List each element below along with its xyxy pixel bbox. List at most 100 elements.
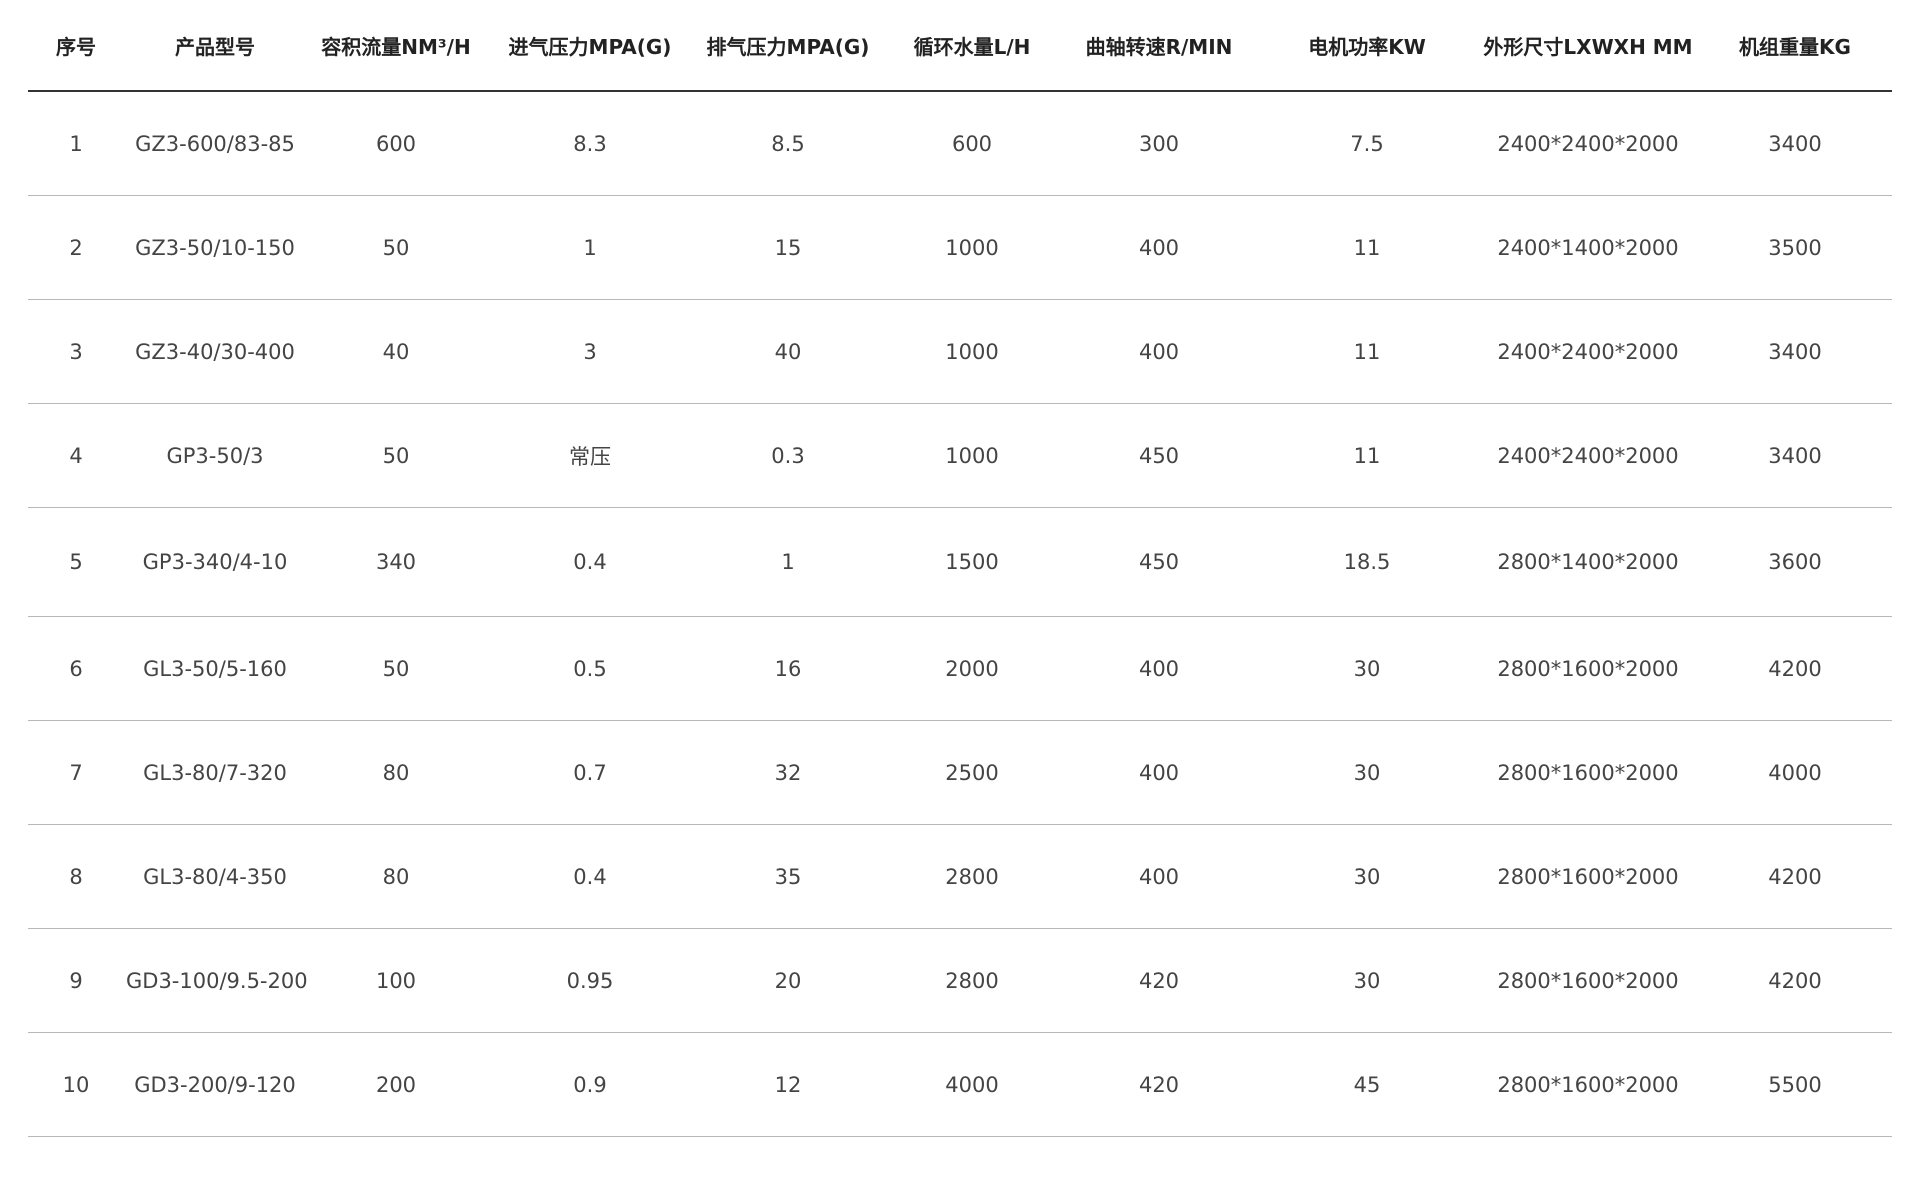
table-row: 4 GP3-50/3 50 常压 0.3 1000 450 11 2400*24…: [28, 403, 1892, 508]
cell-flow-rate: 100: [306, 928, 486, 1033]
cell-weight: 4200: [1698, 824, 1892, 929]
cell-water-flow: 1000: [882, 195, 1062, 300]
cell-intake-pressure: 3: [486, 299, 694, 404]
cell-exhaust-pressure: 32: [694, 720, 882, 825]
table-row: 6 GL3-50/5-160 50 0.5 16 2000 400 30 280…: [28, 616, 1892, 721]
cell-intake-pressure: 0.4: [486, 824, 694, 929]
cell-motor-power: 11: [1256, 195, 1478, 300]
table-row: 8 GL3-80/4-350 80 0.4 35 2800 400 30 280…: [28, 824, 1892, 929]
cell-crank-speed: 450: [1062, 507, 1256, 617]
cell-crank-speed: 300: [1062, 91, 1256, 196]
cell-index: 7: [28, 720, 124, 825]
cell-index: 4: [28, 403, 124, 508]
header-intake-pressure: 进气压力MPA(G): [486, 0, 694, 92]
cell-intake-pressure: 0.95: [486, 928, 694, 1033]
cell-intake-pressure: 0.5: [486, 616, 694, 721]
header-row: 序号 产品型号 容积流量NM³/H 进气压力MPA(G) 排气压力MPA(G) …: [28, 0, 1892, 92]
cell-crank-speed: 400: [1062, 299, 1256, 404]
cell-index: 10: [28, 1032, 124, 1137]
header-dimensions: 外形尺寸LXWXH MM: [1478, 0, 1698, 92]
cell-exhaust-pressure: 35: [694, 824, 882, 929]
header-model: 产品型号: [124, 0, 306, 92]
cell-intake-pressure: 1: [486, 195, 694, 300]
cell-weight: 3400: [1698, 299, 1892, 404]
cell-index: 6: [28, 616, 124, 721]
cell-weight: 3400: [1698, 403, 1892, 508]
cell-model: GD3-100/9.5-200: [124, 928, 308, 1033]
cell-model: GL3-80/7-320: [124, 720, 306, 825]
cell-dimensions: 2400*1400*2000: [1478, 195, 1698, 300]
cell-index: 1: [28, 91, 124, 196]
cell-dimensions: 2800*1600*2000: [1478, 928, 1698, 1033]
cell-flow-rate: 50: [306, 195, 486, 300]
cell-crank-speed: 420: [1062, 928, 1256, 1033]
cell-exhaust-pressure: 8.5: [694, 91, 882, 196]
cell-weight: 3500: [1698, 195, 1892, 300]
cell-model: GZ3-50/10-150: [124, 195, 306, 300]
cell-exhaust-pressure: 15: [694, 195, 882, 300]
cell-water-flow: 2500: [882, 720, 1062, 825]
cell-water-flow: 1000: [882, 299, 1062, 404]
cell-crank-speed: 400: [1062, 720, 1256, 825]
header-flow-rate: 容积流量NM³/H: [306, 0, 486, 92]
cell-crank-speed: 450: [1062, 403, 1256, 508]
cell-intake-pressure: 0.7: [486, 720, 694, 825]
product-spec-table-container: 序号 产品型号 容积流量NM³/H 进气压力MPA(G) 排气压力MPA(G) …: [28, 0, 1892, 1137]
table-header: 序号 产品型号 容积流量NM³/H 进气压力MPA(G) 排气压力MPA(G) …: [28, 0, 1892, 92]
cell-crank-speed: 420: [1062, 1032, 1256, 1137]
cell-flow-rate: 50: [306, 616, 486, 721]
cell-motor-power: 7.5: [1256, 91, 1478, 196]
header-water-flow: 循环水量L/H: [882, 0, 1062, 92]
cell-crank-speed: 400: [1062, 616, 1256, 721]
cell-water-flow: 2000: [882, 616, 1062, 721]
header-crank-speed: 曲轴转速R/MIN: [1062, 0, 1256, 92]
cell-index: 8: [28, 824, 124, 929]
header-motor-power: 电机功率KW: [1256, 0, 1478, 92]
cell-crank-speed: 400: [1062, 195, 1256, 300]
cell-index: 2: [28, 195, 124, 300]
cell-index: 5: [28, 507, 124, 617]
cell-model: GL3-50/5-160: [124, 616, 306, 721]
cell-flow-rate: 200: [306, 1032, 486, 1137]
cell-model: GZ3-600/83-85: [124, 91, 306, 196]
cell-flow-rate: 600: [306, 91, 486, 196]
cell-weight: 4000: [1698, 720, 1892, 825]
table-row: 5 GP3-340/4-10 340 0.4 1 1500 450 18.5 2…: [28, 507, 1892, 617]
table-row: 3 GZ3-40/30-400 40 3 40 1000 400 11 2400…: [28, 299, 1892, 404]
table-row: 9 GD3-100/9.5-200 100 0.95 20 2800 420 3…: [28, 928, 1892, 1033]
cell-motor-power: 11: [1256, 403, 1478, 508]
table-row: 2 GZ3-50/10-150 50 1 15 1000 400 11 2400…: [28, 195, 1892, 300]
cell-motor-power: 30: [1256, 824, 1478, 929]
cell-exhaust-pressure: 40: [694, 299, 882, 404]
cell-exhaust-pressure: 16: [694, 616, 882, 721]
cell-water-flow: 2800: [882, 928, 1062, 1033]
cell-dimensions: 2800*1600*2000: [1478, 824, 1698, 929]
cell-exhaust-pressure: 1: [694, 507, 882, 617]
cell-model: GP3-340/4-10: [124, 507, 306, 617]
cell-exhaust-pressure: 20: [694, 928, 882, 1033]
cell-motor-power: 11: [1256, 299, 1478, 404]
cell-motor-power: 45: [1256, 1032, 1478, 1137]
cell-motor-power: 30: [1256, 720, 1478, 825]
cell-water-flow: 4000: [882, 1032, 1062, 1137]
cell-intake-pressure: 0.9: [486, 1032, 694, 1137]
cell-dimensions: 2400*2400*2000: [1478, 299, 1698, 404]
cell-model: GZ3-40/30-400: [124, 299, 306, 404]
cell-weight: 3600: [1698, 507, 1892, 617]
cell-water-flow: 600: [882, 91, 1062, 196]
cell-intake-pressure: 8.3: [486, 91, 694, 196]
cell-water-flow: 1500: [882, 507, 1062, 617]
cell-crank-speed: 400: [1062, 824, 1256, 929]
header-index: 序号: [28, 0, 124, 92]
cell-weight: 4200: [1698, 928, 1892, 1033]
cell-flow-rate: 40: [306, 299, 486, 404]
cell-dimensions: 2800*1400*2000: [1478, 507, 1698, 617]
cell-weight: 3400: [1698, 91, 1892, 196]
cell-water-flow: 1000: [882, 403, 1062, 508]
cell-flow-rate: 80: [306, 824, 486, 929]
header-weight: 机组重量KG: [1698, 0, 1892, 92]
cell-dimensions: 2800*1600*2000: [1478, 616, 1698, 721]
cell-index: 3: [28, 299, 124, 404]
cell-model: GP3-50/3: [124, 403, 306, 508]
cell-model: GL3-80/4-350: [124, 824, 306, 929]
